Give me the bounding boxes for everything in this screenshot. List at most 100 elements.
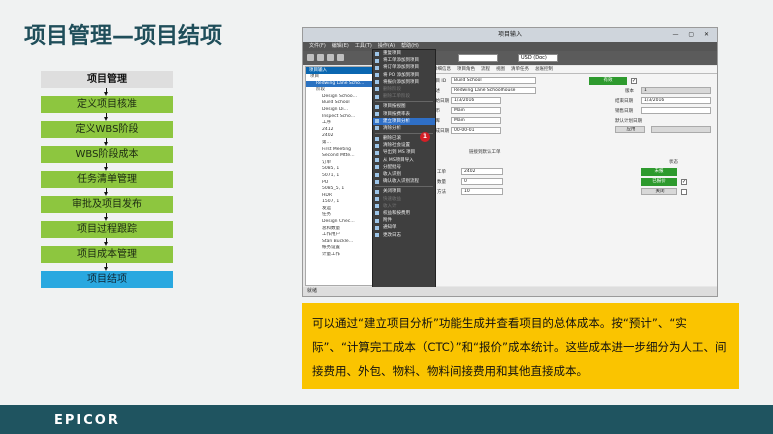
flow-arrow-icon [41, 188, 173, 196]
page-input[interactable] [458, 54, 498, 62]
closed-checkbox[interactable] [681, 189, 687, 195]
context-menu-item[interactable]: 关闭项目 [373, 188, 435, 195]
start-date-field[interactable]: 1/3/2016 [451, 97, 501, 104]
flow-arrow-icon [41, 113, 173, 121]
save-icon[interactable] [317, 54, 324, 61]
footer-bar: EPICOR [0, 405, 773, 434]
window-title: 项目输入 [497, 31, 522, 38]
context-menu-item[interactable]: 将 PO 添加到项目 [373, 72, 435, 79]
context-menu-item[interactable]: 将报价添加到项目 [373, 79, 435, 86]
quoted-checkbox[interactable]: ✓ [681, 179, 687, 185]
flow-arrow-icon [41, 88, 173, 96]
quantity-label: 数量 [437, 180, 446, 185]
context-menu-item[interactable]: 清除社会设置 [373, 142, 435, 149]
sales-date-label: 销售日期 [615, 109, 633, 114]
flow-arrow-icon [41, 163, 173, 171]
flow-step: 任务清单管理 [41, 171, 173, 188]
job-label: 工单 [437, 170, 446, 175]
epicor-logo: EPICOR [54, 413, 120, 428]
version-label: 版本 [625, 89, 634, 94]
context-menu-item[interactable]: 项目按视图 [373, 103, 435, 110]
flow-step: 审批及项目发布 [41, 196, 173, 213]
context-menu-item[interactable]: 清除分析 [373, 125, 435, 132]
version-field[interactable]: 1 [641, 87, 711, 94]
apply-field[interactable] [651, 126, 711, 133]
context-menu-item[interactable]: 从 MS项目导入 [373, 157, 435, 164]
flow-step: 项目过程跟踪 [41, 221, 173, 238]
context-menu-item[interactable]: 将工单添加到项目 [373, 57, 435, 64]
method-field[interactable]: 10 [461, 188, 503, 195]
context-menu-item[interactable]: 权益和按费用 [373, 210, 435, 217]
flow-header: 项目管理 [41, 71, 173, 88]
active-button[interactable]: 有效 [589, 77, 627, 85]
flow-step: 定义项目核准 [41, 96, 173, 113]
context-menu-item[interactable]: 附件 [373, 217, 435, 224]
context-menu: 重复项目 将工单添加到项目 将订单添加到项目将 PO 添加到项目 将报价添加到项目 删除… [372, 49, 436, 292]
menu-separator [375, 101, 433, 103]
status-label: 状态 [669, 160, 678, 165]
flow-step: 定义WBS阶段 [41, 121, 173, 138]
context-menu-item[interactable]: 快速收益 [373, 196, 435, 203]
form-tab[interactable]: 项目角色 [457, 67, 475, 72]
refresh-icon[interactable] [337, 54, 344, 61]
flow-arrow-icon [41, 213, 173, 221]
context-menu-item[interactable]: 项目按费率表 [373, 111, 435, 118]
job-field[interactable]: 2402 [461, 168, 503, 175]
new-icon[interactable] [307, 54, 314, 61]
status-bar: 就绪 [303, 287, 717, 296]
active-checkbox[interactable]: ✓ [631, 78, 637, 84]
menu-bar: 文件(F) 编辑(E) 工具(T) 操作(A) 帮助(H) [303, 42, 717, 51]
flow-arrow-icon [41, 238, 173, 246]
form-tab[interactable]: 流程 [481, 67, 490, 72]
status-button-quoted[interactable]: 已报价 [641, 178, 677, 186]
flow-step: 项目成本管理 [41, 246, 173, 263]
menu-separator [375, 186, 433, 188]
context-menu-item[interactable]: 导出到 MS 项目 [373, 149, 435, 156]
context-menu-item[interactable]: 分配批号 [373, 164, 435, 171]
menu-item[interactable]: 文件(F) [309, 43, 326, 49]
context-menu-item[interactable]: 删除工单阶段 [373, 93, 435, 100]
menu-item[interactable]: 工具(T) [355, 43, 372, 49]
toolbar: USD (Doc) [303, 51, 717, 65]
context-menu-item[interactable]: 删除阶段 [373, 86, 435, 93]
window-controls[interactable]: — ▢ ✕ [672, 28, 713, 42]
context-menu-item[interactable]: 更改日志 [373, 232, 435, 239]
flow-step: 项目结项 [41, 271, 173, 288]
process-flow: 项目管理定义项目核准 定义WBS阶段 WBS阶段成本 任务清单管理 审批及项目发布 项目过… [41, 71, 173, 288]
apply-button[interactable]: 应用 [615, 126, 645, 133]
erp-screenshot: 项目输入 — ▢ ✕ 文件(F) 编辑(E) 工具(T) 操作(A) 帮助(H) USD… [302, 27, 718, 297]
form-tab[interactable]: 总账控制 [535, 67, 553, 72]
context-menu-item[interactable]: 收入计 [373, 203, 435, 210]
flow-step: WBS阶段成本 [41, 146, 173, 163]
completion-field[interactable]: 00-00-01 [451, 127, 501, 134]
explanation-note: 可以通过“建立项目分析”功能生成并查看项目的总体成本。按“预计”、“实际”、“计… [302, 303, 739, 389]
description-field[interactable]: Redwing Lane Schoolhouse [451, 87, 536, 94]
project-form: 详细信息 项目角色 流程 视图 清单任务 总账控制 项目 ID Build School … [429, 66, 717, 286]
menu-item[interactable]: 编辑(E) [332, 43, 349, 49]
context-menu-item[interactable]: 通知单 [373, 224, 435, 231]
currency-field[interactable]: Main [451, 107, 501, 114]
group-label: 链接到默认工单 [469, 150, 501, 155]
context-menu-item[interactable]: 收入识别 [373, 171, 435, 178]
currency-select[interactable]: USD (Doc) [518, 54, 558, 62]
step-badge: 1 [420, 132, 430, 142]
end-date-label: 结束日期 [615, 99, 633, 104]
context-menu-item[interactable]: 将订单添加到项目 [373, 64, 435, 71]
context-menu-item[interactable]: 重复项目 [373, 50, 435, 57]
project-id-field[interactable]: Build School [451, 77, 536, 84]
end-date-field[interactable]: 1/3/2016 [641, 97, 711, 104]
quantity-field[interactable]: 0 [461, 178, 503, 185]
flow-arrow-icon [41, 138, 173, 146]
warehouse-field[interactable]: Main [451, 117, 501, 124]
delete-icon[interactable] [327, 54, 334, 61]
sales-date-field[interactable] [641, 107, 711, 114]
form-tab[interactable]: 清单任务 [511, 67, 529, 72]
status-button-closed[interactable]: 关闭 [641, 188, 677, 195]
context-menu-item[interactable]: 确认收入识别流程 [373, 178, 435, 185]
window-titlebar: 项目输入 — ▢ ✕ [303, 28, 717, 42]
context-menu-item[interactable]: 建立项目分析 [373, 117, 435, 125]
method-label: 方法 [437, 190, 446, 195]
flow-arrow-icon [41, 263, 173, 271]
form-tab[interactable]: 视图 [496, 67, 505, 72]
status-button-unquoted[interactable]: 未报 [641, 168, 677, 176]
